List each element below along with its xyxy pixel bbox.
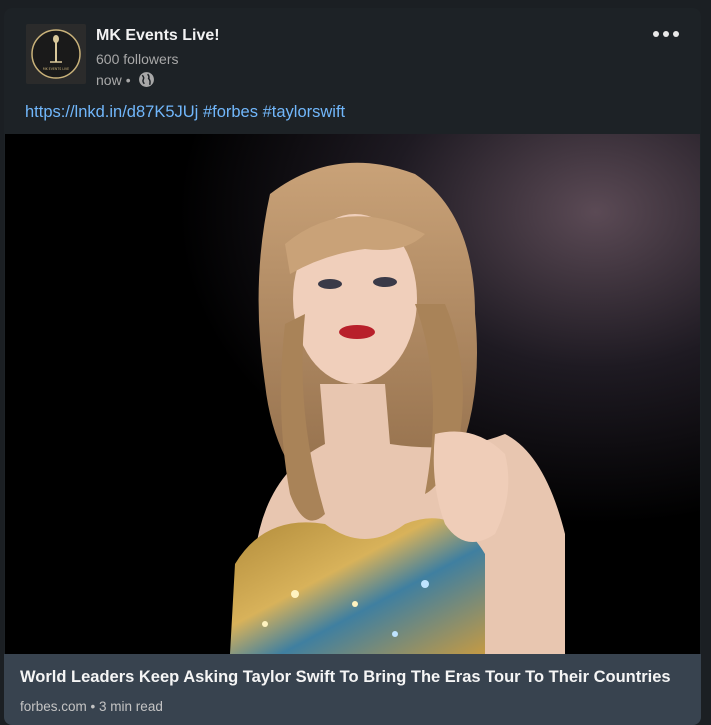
feed-post-card: MK EVENTS LIVE MK Events Live! 600 follo…	[4, 8, 701, 725]
post-text: https://lnkd.in/d87K5JUj #forbes #taylor…	[25, 103, 345, 122]
avatar-logo-text: MK EVENTS LIVE	[43, 67, 69, 71]
meta-separator: •	[125, 71, 131, 88]
post-meta: now •	[96, 71, 155, 88]
follower-count: 600 followers	[96, 51, 179, 67]
link-source: forbes.com	[20, 699, 87, 714]
hashtag-forbes[interactable]: #forbes	[203, 103, 258, 121]
more-options-button[interactable]	[649, 22, 683, 46]
ellipsis-icon	[653, 31, 679, 37]
post-time: now	[96, 71, 122, 88]
globe-icon	[138, 71, 155, 88]
post-link[interactable]: https://lnkd.in/d87K5JUj	[25, 103, 198, 121]
company-avatar[interactable]: MK EVENTS LIVE	[26, 24, 86, 84]
link-preview-meta: forbes.com • 3 min read	[20, 699, 163, 714]
link-read-time: 3 min read	[99, 699, 163, 714]
author-name[interactable]: MK Events Live!	[96, 27, 220, 45]
post-header: MK EVENTS LIVE MK Events Live! 600 follo…	[4, 8, 701, 98]
post-image[interactable]	[5, 134, 700, 654]
link-meta-separator: •	[90, 699, 96, 714]
link-preview[interactable]: World Leaders Keep Asking Taylor Swift T…	[4, 654, 701, 725]
link-preview-title[interactable]: World Leaders Keep Asking Taylor Swift T…	[20, 668, 671, 687]
hashtag-taylorswift[interactable]: #taylorswift	[263, 103, 346, 121]
